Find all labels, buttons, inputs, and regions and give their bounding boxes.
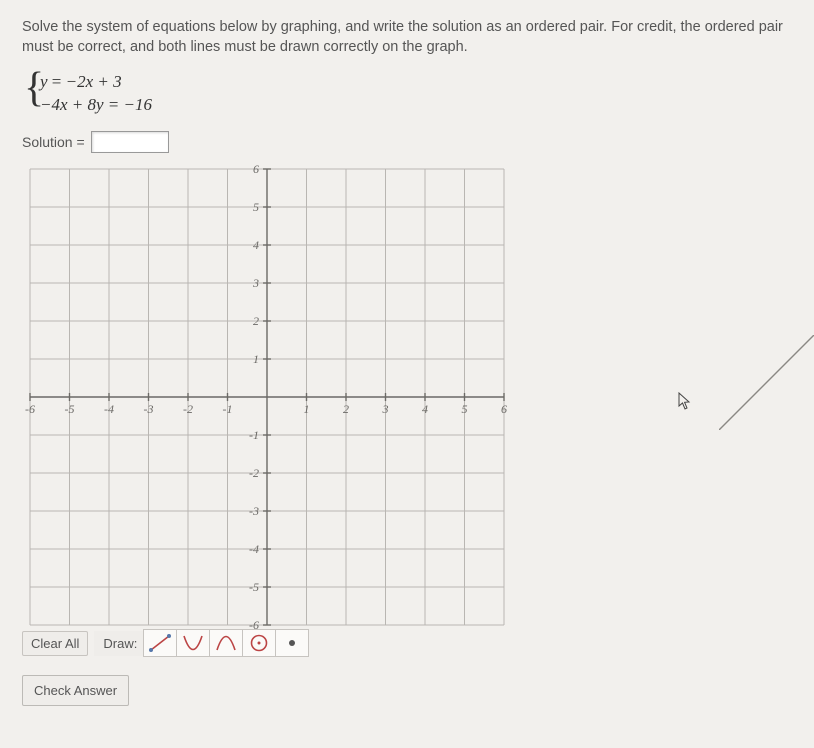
- cursor-icon: [678, 392, 692, 410]
- svg-text:-2: -2: [249, 466, 259, 480]
- check-answer-button[interactable]: Check Answer: [22, 675, 129, 706]
- solution-row: Solution =: [22, 131, 792, 153]
- svg-text:-6: -6: [249, 618, 259, 631]
- circle-icon: [247, 633, 271, 653]
- svg-text:-4: -4: [249, 542, 259, 556]
- instructions-text: Solve the system of equations below by g…: [22, 18, 792, 57]
- svg-text:2: 2: [343, 402, 349, 416]
- svg-text:-3: -3: [144, 402, 154, 416]
- svg-text:3: 3: [382, 402, 389, 416]
- decorative-diagonal-line: [719, 335, 814, 430]
- svg-text:-5: -5: [249, 580, 259, 594]
- svg-text:1: 1: [304, 402, 310, 416]
- svg-text:1: 1: [253, 352, 259, 366]
- svg-text:4: 4: [422, 402, 428, 416]
- svg-text:6: 6: [501, 402, 507, 416]
- svg-text:-2: -2: [183, 402, 193, 416]
- tool-line-button[interactable]: [143, 629, 177, 657]
- solution-label: Solution =: [22, 134, 85, 150]
- equation-2: −4x + 8y = −16: [40, 94, 792, 117]
- svg-text:-1: -1: [223, 402, 233, 416]
- point-icon: [280, 633, 304, 653]
- coordinate-graph[interactable]: -6 -5 -4 -3 -2 -1 1 2 3 4 5 6 -6 -5 -4 -3 -2 -1 1 2 3 4 5 6: [22, 163, 512, 631]
- draw-toolbar: Clear All Draw:: [22, 629, 792, 657]
- svg-text:-6: -6: [25, 402, 35, 416]
- draw-label: Draw:: [94, 631, 144, 656]
- tool-up-parabola-button[interactable]: [176, 629, 210, 657]
- down-parabola-icon: [214, 633, 238, 653]
- svg-text:-3: -3: [249, 504, 259, 518]
- tool-circle-button[interactable]: [242, 629, 276, 657]
- svg-text:3: 3: [252, 276, 259, 290]
- equation-1: y = −2x + 3: [40, 71, 792, 94]
- tool-down-parabola-button[interactable]: [209, 629, 243, 657]
- svg-text:5: 5: [253, 200, 259, 214]
- solution-input[interactable]: [91, 131, 169, 153]
- line-segment-icon: [148, 633, 172, 653]
- system-of-equations: { y = −2x + 3 −4x + 8y = −16: [22, 71, 792, 117]
- axes: [30, 169, 504, 625]
- svg-text:-5: -5: [65, 402, 75, 416]
- left-brace: {: [24, 67, 44, 109]
- tool-point-button[interactable]: [275, 629, 309, 657]
- up-parabola-icon: [181, 633, 205, 653]
- svg-text:-4: -4: [104, 402, 114, 416]
- svg-text:-1: -1: [249, 428, 259, 442]
- svg-text:4: 4: [253, 238, 259, 252]
- clear-all-button[interactable]: Clear All: [22, 631, 88, 656]
- svg-text:2: 2: [253, 314, 259, 328]
- graph-svg[interactable]: -6 -5 -4 -3 -2 -1 1 2 3 4 5 6 -6 -5 -4 -3 -2 -1 1 2 3 4 5 6: [22, 163, 512, 631]
- svg-text:6: 6: [253, 163, 259, 176]
- svg-text:5: 5: [462, 402, 468, 416]
